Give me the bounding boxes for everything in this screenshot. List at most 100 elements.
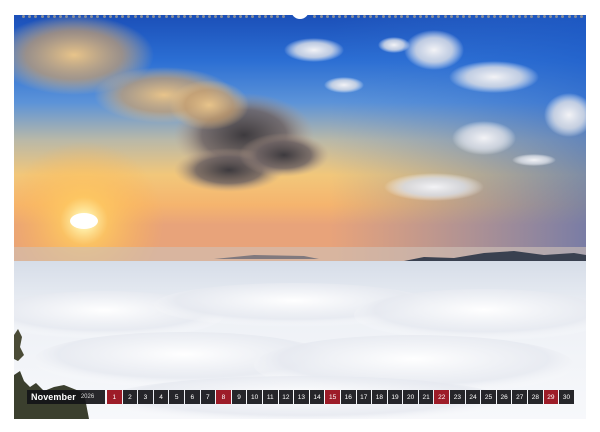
binding-hole (487, 15, 490, 18)
binding-hole (443, 15, 447, 18)
binding-hole (493, 15, 497, 18)
binding-hole (325, 15, 329, 18)
day-cell: 15 (325, 390, 340, 404)
binding-hole (239, 15, 242, 18)
binding-hole (158, 15, 162, 18)
day-cell: 12 (278, 390, 294, 404)
binding-hole (201, 15, 205, 18)
binding-hole (22, 15, 25, 18)
binding-hole (220, 15, 224, 18)
day-cell: 9 (231, 390, 247, 404)
binding-hole (369, 15, 373, 18)
binding-hole (313, 15, 317, 18)
year-label: 2026 (80, 394, 95, 400)
day-cell: 5 (169, 390, 184, 404)
binding-hole (164, 15, 168, 18)
binding-hole (499, 15, 503, 18)
binding-hole (270, 15, 273, 18)
binding-hole (195, 15, 199, 18)
day-cell: 1 (107, 390, 122, 404)
day-cell: 8 (216, 390, 231, 404)
binding-hole (276, 15, 280, 18)
binding-hole (214, 15, 218, 18)
day-cell: 27 (512, 390, 528, 404)
binding-hole (53, 15, 56, 18)
binding-hole (580, 15, 583, 18)
binding-hole (40, 15, 44, 18)
binding-hole (394, 15, 397, 18)
binding-hole (518, 15, 521, 18)
day-cell: 7 (200, 390, 216, 404)
binding-hole (177, 15, 180, 18)
day-cell: 19 (387, 390, 403, 404)
day-cell: 28 (528, 390, 543, 404)
binding-hole (462, 15, 466, 18)
binding-hole (425, 15, 428, 18)
binding-hole (108, 15, 112, 18)
binding-hole (133, 15, 137, 18)
binding-hole (84, 15, 87, 18)
month-name: November (31, 392, 76, 402)
binding-hole (530, 15, 534, 18)
binding-hole (46, 15, 50, 18)
binding-hole (282, 15, 286, 18)
day-cell: 13 (294, 390, 309, 404)
binding-hole (505, 15, 509, 18)
binding-hole (511, 15, 515, 18)
day-cell: 20 (403, 390, 418, 404)
day-cell: 29 (543, 390, 559, 404)
binding-hole (146, 15, 149, 18)
binding-hole (356, 15, 360, 18)
binding-hole (121, 15, 125, 18)
binding-hole (387, 15, 391, 18)
binding-hole (127, 15, 131, 18)
binding-hole (257, 15, 261, 18)
day-cell: 30 (559, 390, 574, 404)
binding-hole (474, 15, 478, 18)
binding-hole (549, 15, 552, 18)
binding-hole (102, 15, 106, 18)
binding-hole (449, 15, 453, 18)
day-cell: 23 (450, 390, 465, 404)
day-cell: 6 (184, 390, 200, 404)
calendar-strip: November 2026 1 2 3 4 5 6 7 8 9 10 11 12 13 14 15 16 17 1… (27, 390, 574, 404)
binding-hole (90, 15, 94, 18)
day-cell: 11 (262, 390, 278, 404)
binding-hole (115, 15, 118, 18)
binding-hole (350, 15, 354, 18)
day-cell: 2 (122, 390, 138, 404)
binding-hole (59, 15, 63, 18)
binding-hole (437, 15, 441, 18)
binding-hole (567, 15, 571, 18)
binding-hole (251, 15, 255, 18)
binding-hole (381, 15, 385, 18)
day-cell: 18 (372, 390, 387, 404)
binding-hole (561, 15, 565, 18)
binding-hole (263, 15, 267, 18)
binding-hole (208, 15, 211, 18)
binding-hole (96, 15, 100, 18)
binding-hole (139, 15, 143, 18)
month-label-box: November 2026 (27, 390, 105, 404)
binding-hole (170, 15, 174, 18)
day-cells: 1 2 3 4 5 6 7 8 9 10 11 12 13 14 15 16 17 18 19 20 21 22 23 24 2… (106, 390, 574, 404)
binding-hole (412, 15, 416, 18)
binding-hole (183, 15, 187, 18)
day-cell: 22 (434, 390, 450, 404)
sunrise-cloud-sea-image (14, 15, 586, 419)
binding-hole (406, 15, 410, 18)
binding-hole (332, 15, 335, 18)
binding-hole (71, 15, 75, 18)
binding-hole (34, 15, 38, 18)
binding-hole (226, 15, 230, 18)
binding-hole (555, 15, 559, 18)
binding-hole (536, 15, 540, 18)
binding-hole (418, 15, 422, 18)
binding-hole (77, 15, 81, 18)
binding-hole (152, 15, 156, 18)
binding-hole (480, 15, 484, 18)
day-cell: 4 (153, 390, 169, 404)
binding-hole (245, 15, 249, 18)
day-cell: 16 (340, 390, 356, 404)
day-cell: 17 (356, 390, 372, 404)
